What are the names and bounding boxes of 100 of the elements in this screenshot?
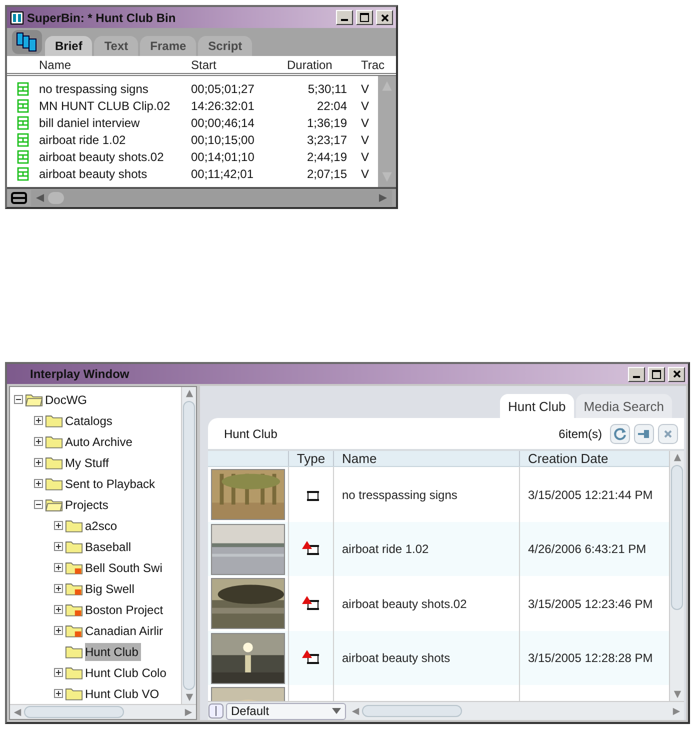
filmstrip-icon	[17, 116, 29, 130]
scroll-thumb[interactable]	[48, 192, 64, 204]
tree-item[interactable]: Boston Project	[85, 600, 166, 618]
tab[interactable]: Hunt Club	[500, 394, 574, 418]
expand-icon[interactable]	[54, 626, 63, 635]
minimize-button[interactable]	[336, 10, 353, 25]
duration: 2;44;19	[306, 150, 347, 164]
tree-item[interactable]: Catalogs	[65, 412, 116, 430]
filmstrip-icon	[17, 132, 29, 146]
expand-icon[interactable]	[54, 521, 63, 530]
tree-item[interactable]: Bell South Swi	[85, 558, 166, 576]
filmstrip-icon	[17, 150, 29, 164]
refresh-button[interactable]	[610, 424, 630, 444]
expand-icon[interactable]	[34, 416, 43, 425]
arrow-down-icon[interactable]	[184, 693, 194, 702]
panel-toggle-icon[interactable]	[208, 703, 224, 719]
arrow-up-icon[interactable]	[672, 453, 682, 462]
pin-button[interactable]	[634, 424, 654, 444]
minimize-button[interactable]	[628, 366, 645, 382]
view-dropdown[interactable]: Default	[226, 702, 346, 720]
caret-icon	[332, 708, 341, 714]
tree-item[interactable]: Baseball	[85, 538, 134, 556]
expand-icon[interactable]	[34, 479, 43, 488]
maximize-button[interactable]	[356, 10, 373, 25]
tree-item[interactable]: Big Swell	[85, 580, 138, 598]
tree-item[interactable]: Hunt Club Colo	[85, 664, 170, 682]
expand-icon[interactable]	[54, 542, 63, 551]
tree-item[interactable]: Canadian Airlir	[85, 622, 166, 640]
expand-icon[interactable]	[54, 584, 63, 593]
tab[interactable]: Frame	[140, 36, 196, 56]
start-time: 00;11;42;01	[191, 166, 255, 180]
tab[interactable]: Script	[198, 36, 252, 56]
maximize-button[interactable]	[648, 366, 665, 382]
column-header[interactable]: Name	[333, 451, 519, 466]
duration: 2;07;15	[306, 166, 347, 180]
track: V	[361, 98, 370, 112]
window-title: SuperBin: * Hunt Club Bin	[27, 10, 177, 24]
expand-icon[interactable]	[54, 668, 63, 677]
bin-view-icon[interactable]	[11, 29, 43, 55]
track: V	[361, 132, 370, 146]
toggle-icon[interactable]	[11, 192, 27, 204]
track: V	[361, 116, 370, 130]
close-icon	[672, 370, 680, 378]
arrow-up-icon[interactable]	[184, 389, 194, 398]
horizontal-scrollbar[interactable]	[10, 704, 196, 719]
clip-name: MN HUNT CLUB Clip.02	[39, 98, 172, 112]
tab[interactable]: Brief	[45, 36, 92, 56]
tab[interactable]: Media Search	[576, 394, 672, 418]
filmstrip-icon	[17, 82, 29, 96]
tree-item[interactable]: Hunt Club VO	[85, 684, 162, 702]
filmstrip-icon	[17, 98, 29, 112]
arrow-left-icon[interactable]	[351, 706, 360, 716]
refresh-icon	[613, 426, 627, 440]
collapse-icon[interactable]	[14, 395, 23, 404]
column-header[interactable]: Duration	[287, 58, 347, 72]
expand-icon[interactable]	[54, 605, 63, 614]
arrow-right-icon[interactable]	[184, 708, 193, 716]
column-header[interactable]: Start	[191, 58, 287, 72]
bin-icon	[10, 10, 24, 24]
clip-name: airboat beauty shots.02	[39, 150, 165, 164]
arrow-right-icon[interactable]	[672, 706, 681, 716]
horizontal-scrollbar[interactable]	[31, 190, 392, 206]
close-icon	[380, 14, 388, 22]
arrow-left-icon[interactable]	[35, 193, 45, 203]
duration: 1;36;19	[306, 116, 347, 130]
window-title: Interplay Window	[29, 367, 130, 381]
expand-icon[interactable]	[54, 563, 63, 572]
tree-item[interactable]: Auto Archive	[65, 432, 136, 450]
tree-item[interactable]: a2sco	[85, 516, 120, 534]
arrow-down-icon[interactable]	[672, 690, 682, 699]
filmstrip-warning-icon	[302, 649, 320, 667]
tree-item[interactable]: Projects	[65, 496, 112, 514]
column-header[interactable]: Name	[39, 58, 191, 72]
start-time: 14:26:32:01	[191, 98, 256, 112]
clip-name: no trespassing signs	[39, 82, 150, 96]
clip-name: airboat beauty shots	[39, 166, 148, 180]
expand-icon[interactable]	[34, 458, 43, 467]
arrow-left-icon[interactable]	[13, 708, 22, 716]
tree-item[interactable]: DocWG	[45, 390, 90, 408]
clip-name: bill daniel interview	[39, 116, 141, 130]
minimize-icon	[633, 376, 640, 378]
folder-title: Hunt Club	[224, 426, 278, 440]
collapse-icon[interactable]	[34, 500, 43, 509]
expand-icon[interactable]	[54, 689, 63, 698]
arrow-right-icon[interactable]	[378, 193, 388, 203]
column-header[interactable]: Trac	[361, 58, 396, 72]
vertical-scrollbar[interactable]	[669, 451, 684, 701]
vertical-scrollbar[interactable]	[181, 387, 196, 704]
expand-icon[interactable]	[34, 437, 43, 446]
filmstrip-warning-icon	[302, 594, 320, 612]
column-header[interactable]: Type	[288, 451, 333, 466]
track: V	[361, 150, 370, 164]
tree-item[interactable]: My Stuff	[65, 454, 112, 472]
filmstrip-warning-icon	[302, 540, 320, 558]
tree-item[interactable]: Sent to Playback	[65, 474, 158, 492]
filmstrip-icon	[17, 166, 29, 180]
tree-item[interactable]: Hunt Club	[85, 642, 142, 660]
maximize-icon	[360, 13, 369, 22]
maximize-icon	[652, 370, 661, 378]
tab[interactable]: Text	[94, 36, 138, 56]
